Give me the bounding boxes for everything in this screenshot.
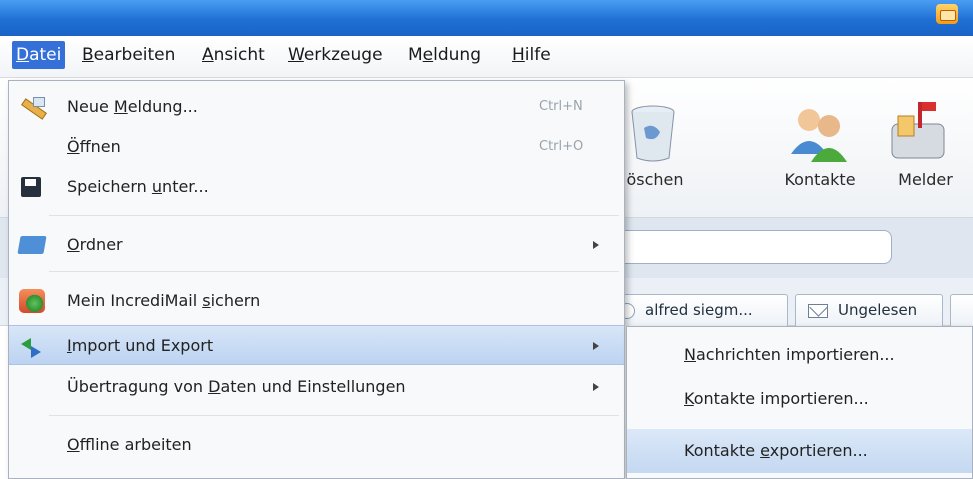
submenu-export-contacts[interactable]: Kontakte exportieren...	[627, 429, 972, 473]
submenu-arrow-icon	[593, 241, 599, 249]
menu-message[interactable]: Meldung	[404, 41, 485, 69]
import-export-submenu: Nachrichten importieren... Kontakte impo…	[626, 326, 973, 479]
menu-save-as[interactable]: Speichern unter...	[9, 167, 624, 207]
title-bar	[0, 0, 973, 36]
shortcut-open: Ctrl+O	[539, 139, 584, 154]
submenu-import-contacts[interactable]: Kontakte importieren...	[627, 377, 972, 421]
menu-offline[interactable]: Offline arbeiten	[9, 425, 624, 465]
contacts-icon	[791, 109, 847, 162]
menu-edit[interactable]: Bearbeiten	[78, 41, 179, 69]
folder-icon	[17, 233, 47, 257]
envelope-icon	[808, 304, 828, 318]
mail-icon[interactable]	[936, 4, 958, 24]
tab-more[interactable]	[950, 294, 973, 326]
menu-view[interactable]: Ansicht	[198, 41, 269, 69]
shortcut-new: Ctrl+N	[539, 99, 583, 114]
search-input[interactable]	[600, 230, 892, 264]
menu-separator	[49, 215, 619, 216]
mailbox-icon	[891, 102, 945, 159]
floppy-icon	[19, 175, 45, 199]
tab-unread[interactable]: Ungelesen	[795, 294, 943, 326]
pencil-icon	[19, 95, 45, 119]
menu-file[interactable]: Datei	[12, 41, 66, 69]
contacts-button[interactable]: Kontakte	[770, 78, 870, 218]
contacts-label: Kontakte	[784, 170, 856, 189]
menu-tools[interactable]: Werkzeuge	[284, 41, 387, 69]
menu-bar: Datei Bearbeiten Ansicht Werkzeuge Meldu…	[0, 36, 973, 78]
menu-file-rest: atei	[29, 45, 62, 65]
menu-help[interactable]: Hilfe	[508, 41, 555, 69]
trash-icon	[631, 105, 675, 162]
menu-folder[interactable]: Ordner	[9, 225, 624, 265]
import-export-icon	[19, 334, 45, 358]
submenu-arrow-icon	[593, 383, 599, 391]
menu-import-export[interactable]: Import und Export	[9, 325, 624, 365]
backup-icon	[19, 289, 45, 313]
notifier-label: Melder	[898, 170, 953, 189]
menu-transfer[interactable]: Übertragung von Daten und Einstellungen	[9, 367, 624, 407]
tab-unread-label: Ungelesen	[838, 301, 918, 319]
menu-open[interactable]: Öffnen Ctrl+O	[9, 127, 624, 167]
file-menu-dropdown: Neue Meldung... Ctrl+N Öffnen Ctrl+O Spe…	[8, 80, 625, 479]
notifier-button[interactable]: Melder	[878, 78, 973, 218]
menu-backup[interactable]: Mein IncrediMail sichern	[9, 281, 624, 321]
submenu-arrow-icon	[593, 342, 599, 350]
tab-contact-filter[interactable]: alfred siegm...	[619, 294, 788, 326]
menu-separator	[49, 415, 619, 416]
menu-separator	[49, 271, 619, 272]
submenu-import-messages[interactable]: Nachrichten importieren...	[627, 333, 972, 377]
tab-contact-label: alfred siegm...	[645, 301, 753, 319]
menu-new-message[interactable]: Neue Meldung... Ctrl+N	[9, 87, 624, 127]
